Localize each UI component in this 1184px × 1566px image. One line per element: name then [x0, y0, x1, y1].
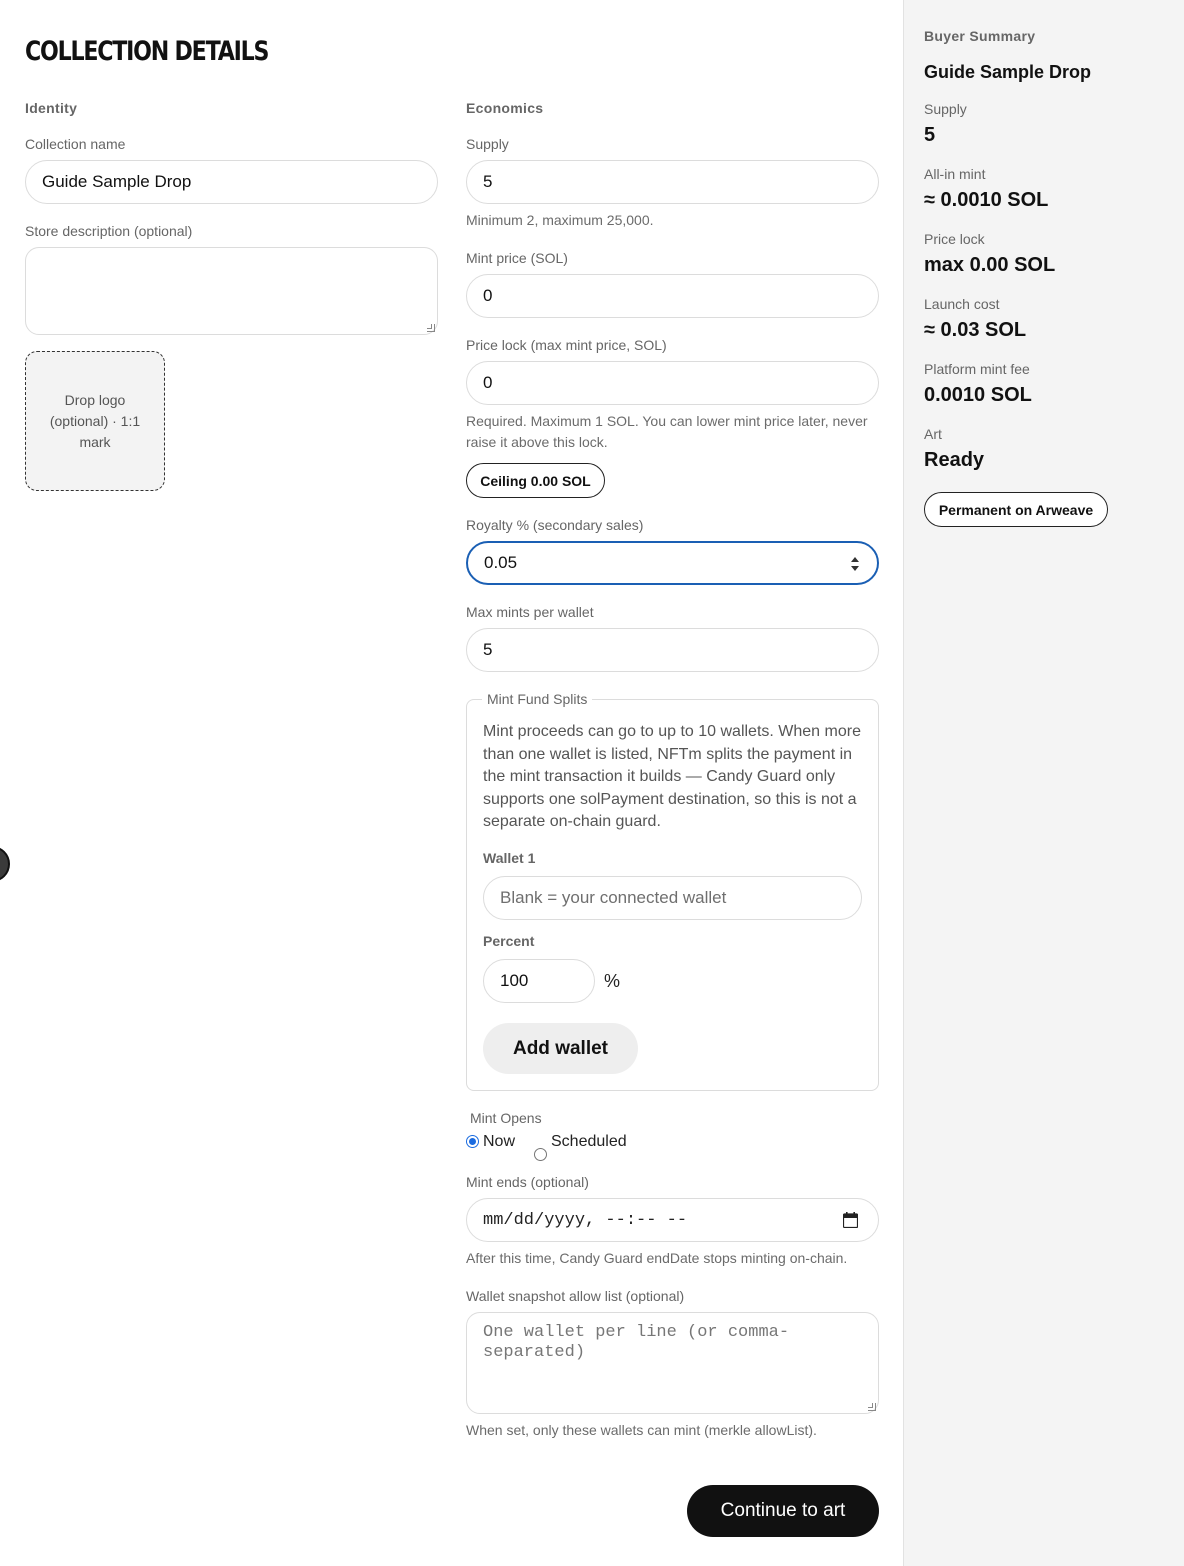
summary-all-in-mint-value: ≈ 0.0010 SOL — [924, 189, 1049, 211]
summary-supply-value: 5 — [924, 124, 936, 146]
supply-label: Supply — [466, 136, 509, 152]
percent-input[interactable]: 100 — [483, 959, 595, 1003]
drop-logo-upload[interactable]: Drop logo (optional) · 1:1 mark — [25, 351, 165, 491]
royalty-value: 0.05 — [484, 553, 518, 572]
identity-section-label: Identity — [25, 100, 78, 116]
max-mints-label: Max mints per wallet — [466, 604, 594, 620]
mint-opens-scheduled-radio[interactable] — [534, 1148, 547, 1161]
summary-platform-fee-value: 0.0010 SOL — [924, 384, 1032, 406]
mint-ends-placeholder: mm/dd/yyyy, --:-- -- — [483, 1210, 688, 1230]
allow-list-placeholder: One wallet per line (or comma-separated) — [483, 1323, 790, 1362]
price-lock-value: 0 — [483, 373, 493, 392]
collection-details-form: COLLECTION DETAILS Identity Collection n… — [0, 0, 904, 1566]
royalty-input[interactable]: 0.05 — [466, 541, 879, 585]
supply-value: 5 — [483, 172, 493, 191]
price-lock-input[interactable]: 0 — [466, 361, 879, 405]
spinner-arrows-icon[interactable] — [849, 555, 861, 573]
splits-description: Mint proceeds can go to up to 10 wallets… — [483, 723, 861, 830]
mint-ends-help: After this time, Candy Guard endDate sto… — [466, 1250, 848, 1266]
max-mints-input[interactable]: 5 — [466, 628, 879, 672]
resize-handle-icon[interactable] — [427, 324, 435, 332]
drop-logo-label: Drop logo (optional) · 1:1 mark — [49, 391, 141, 450]
allow-list-textarea[interactable]: One wallet per line (or comma-separated) — [466, 1312, 879, 1414]
royalty-label: Royalty % (secondary sales) — [466, 517, 644, 533]
summary-supply-label: Supply — [924, 101, 967, 117]
mint-opens-now-radio[interactable] — [466, 1135, 479, 1148]
summary-art-value: Ready — [924, 449, 985, 471]
wallet-1-input[interactable]: Blank = your connected wallet — [483, 876, 862, 920]
mint-ends-label: Mint ends (optional) — [466, 1174, 589, 1190]
summary-art-label: Art — [924, 426, 942, 442]
percent-symbol: % — [604, 971, 621, 991]
page-title: COLLECTION DETAILS — [25, 36, 269, 67]
mint-opens-scheduled-label[interactable]: Scheduled — [551, 1133, 627, 1151]
continue-to-art-button[interactable]: Continue to art — [687, 1485, 879, 1537]
wallet-1-placeholder: Blank = your connected wallet — [500, 888, 727, 907]
supply-help: Minimum 2, maximum 25,000. — [466, 212, 654, 228]
percent-label: Percent — [483, 933, 535, 949]
arweave-storage-pill: Permanent on Arweave — [924, 492, 1108, 527]
summary-price-lock-value: max 0.00 SOL — [924, 254, 1056, 276]
collection-name-input[interactable]: Guide Sample Drop — [25, 160, 438, 204]
edge-handle-icon[interactable] — [0, 846, 10, 882]
summary-price-lock-label: Price lock — [924, 231, 985, 247]
allow-list-label: Wallet snapshot allow list (optional) — [466, 1288, 685, 1304]
wallet-1-label: Wallet 1 — [483, 850, 536, 866]
mint-opens-label: Mint Opens — [470, 1110, 542, 1126]
buyer-summary-panel: Buyer Summary Guide Sample Drop Supply 5… — [904, 0, 1184, 1566]
resize-handle-icon[interactable] — [868, 1403, 876, 1411]
price-lock-label: Price lock (max mint price, SOL) — [466, 337, 667, 353]
summary-all-in-mint-label: All-in mint — [924, 166, 986, 182]
add-wallet-button[interactable]: Add wallet — [483, 1023, 638, 1074]
summary-collection-name: Guide Sample Drop — [924, 62, 1092, 82]
price-lock-help: Required. Maximum 1 SOL. You can lower m… — [466, 413, 868, 450]
store-description-textarea[interactable] — [25, 247, 438, 335]
mint-ends-datetime-input[interactable]: mm/dd/yyyy, --:-- -- — [466, 1198, 879, 1242]
summary-platform-fee-label: Platform mint fee — [924, 361, 1030, 377]
mint-price-label: Mint price (SOL) — [466, 250, 568, 266]
max-mints-value: 5 — [483, 640, 493, 659]
collection-name-value: Guide Sample Drop — [42, 172, 192, 191]
mint-price-input[interactable]: 0 — [466, 274, 879, 318]
economics-section-label: Economics — [466, 100, 544, 116]
buyer-summary-heading: Buyer Summary — [924, 28, 1036, 44]
store-description-label: Store description (optional) — [25, 223, 193, 239]
mint-price-value: 0 — [483, 286, 493, 305]
calendar-icon[interactable] — [843, 1212, 858, 1228]
summary-launch-cost-label: Launch cost — [924, 296, 1000, 312]
supply-input[interactable]: 5 — [466, 160, 879, 204]
allow-list-help: When set, only these wallets can mint (m… — [466, 1422, 817, 1438]
ceiling-pill: Ceiling 0.00 SOL — [466, 463, 605, 498]
summary-launch-cost-value: ≈ 0.03 SOL — [924, 319, 1027, 341]
collection-name-label: Collection name — [25, 136, 126, 152]
mint-opens-now-label[interactable]: Now — [483, 1133, 515, 1151]
mint-fund-splits-legend: Mint Fund Splits — [482, 691, 593, 707]
percent-value: 100 — [500, 971, 529, 990]
